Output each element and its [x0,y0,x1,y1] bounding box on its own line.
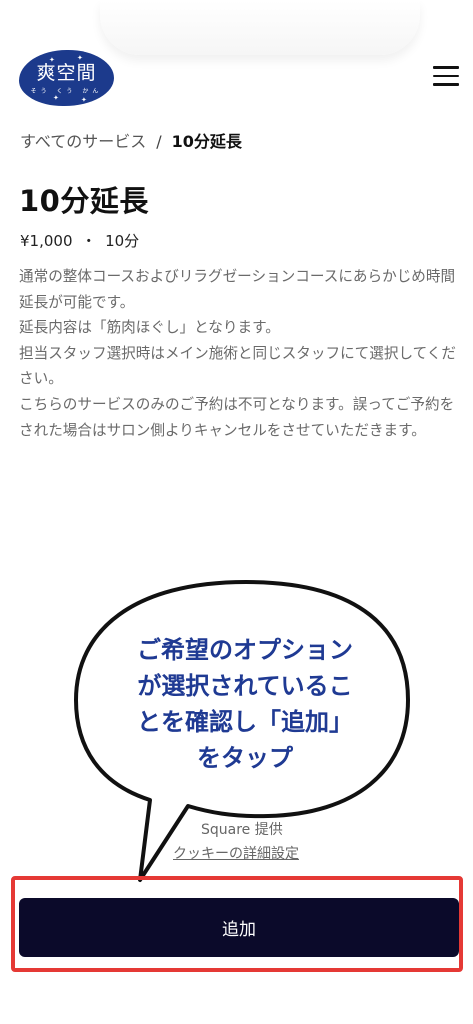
logo-subtext: そう くう かん [30,87,103,95]
header-bar-shadow [100,0,420,55]
service-meta: ¥1,000 ・ 10分 [20,230,139,251]
description-paragraph: 担当スタッフ選択時はメイン施術と同じスタッフにて選択してください。 [19,344,456,388]
annotation-line: とを確認し「追加」 [137,708,353,736]
speech-bubble [74,580,410,882]
page-title: 10分延長 [19,184,149,218]
description-paragraph: こちらのサービスのみのご予約は不可となります。誤ってご予約をされた場合はサロン側… [19,395,455,439]
bird-icon: ✦ [77,54,83,62]
service-duration: 10分 [105,232,140,250]
annotation-line: ご希望のオプション [137,636,353,664]
annotation-text: ご希望のオプション が選択されているこ とを確認し「追加」 をタップ [110,632,380,776]
service-description: 通常の整体コースおよびリラグゼーションコースにあらかじめ時間延長が可能です。 延… [19,264,459,443]
annotation-line: をタップ [197,744,293,772]
bird-icon: ✦ [49,56,55,64]
breadcrumb-separator: / [156,132,162,151]
bird-icon: ✦ [53,94,59,102]
breadcrumb: すべてのサービス / 10分延長 [20,128,242,152]
bird-icon: ✦ [81,96,87,104]
description-paragraph: 通常の整体コースおよびリラグゼーションコースにあらかじめ時間延長が可能です。 [19,268,456,311]
meta-separator: ・ [81,232,97,250]
service-price: ¥1,000 [20,232,73,250]
brand-logo[interactable]: ✦ ✦ 爽空間 そう くう かん ✦ ✦ [19,50,114,106]
description-paragraph: 延長内容は「筋肉ほぐし」となります。 [19,319,280,337]
square-provided-label: Square 提供 [201,822,283,838]
breadcrumb-all-services[interactable]: すべてのサービス [20,132,146,151]
add-button[interactable]: 追加 [19,898,459,957]
hamburger-menu-icon[interactable] [433,66,459,86]
logo-text: 爽空間 [36,61,97,84]
footer-note: Square 提供 クッキーの詳細設定 [173,818,299,866]
cookie-settings-link[interactable]: クッキーの詳細設定 [173,842,299,866]
annotation-line: が選択されているこ [137,672,353,700]
breadcrumb-current: 10分延長 [171,132,242,151]
